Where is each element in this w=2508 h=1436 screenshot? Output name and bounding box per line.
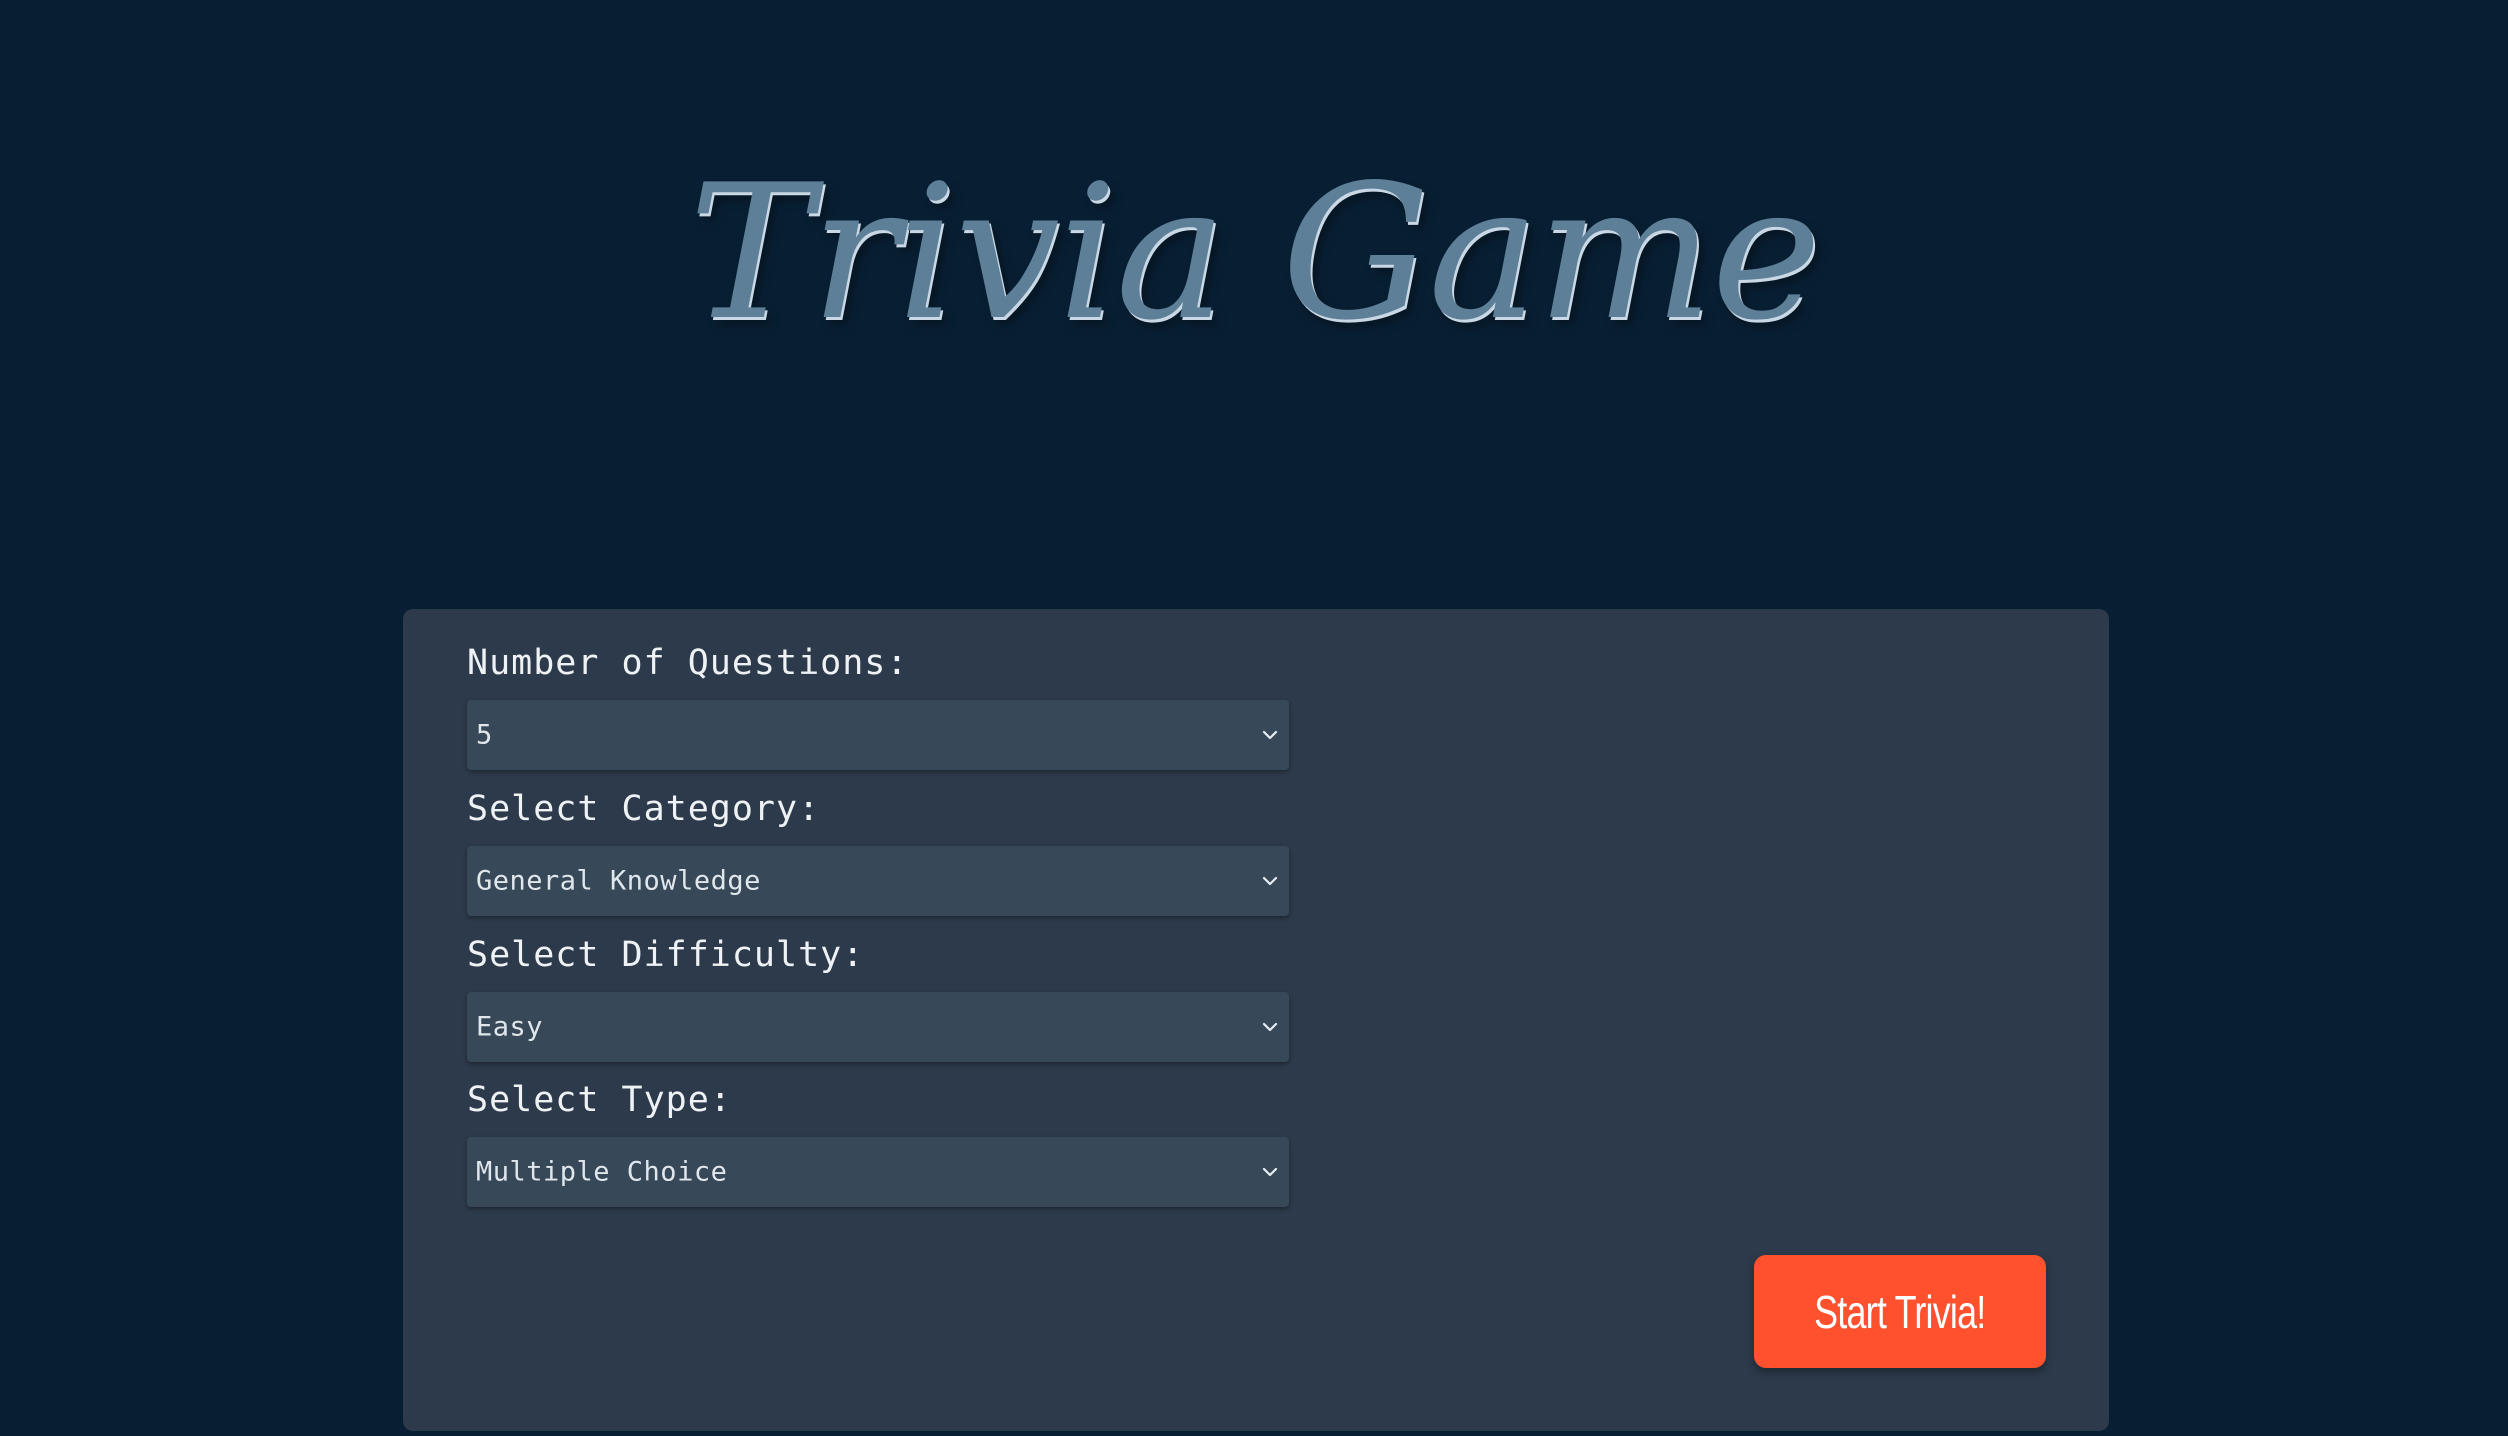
start-trivia-label: Start Trivia! xyxy=(1814,1285,1986,1338)
type-label: Select Type: xyxy=(467,1080,732,1120)
questions-count-label: Number of Questions: xyxy=(467,643,909,683)
type-value: Multiple Choice xyxy=(476,1156,728,1188)
type-select[interactable]: Multiple Choice xyxy=(467,1137,1289,1207)
category-value: General Knowledge xyxy=(476,865,761,897)
category-label: Select Category: xyxy=(467,789,821,829)
settings-panel: Number of Questions: 5 Select Category: … xyxy=(403,609,2109,1431)
start-trivia-button[interactable]: Start Trivia! xyxy=(1754,1255,2046,1368)
difficulty-label: Select Difficulty: xyxy=(467,935,865,975)
questions-count-value: 5 xyxy=(476,719,493,751)
page-title: Trivia Game xyxy=(688,144,1822,361)
chevron-down-icon xyxy=(1261,872,1279,890)
difficulty-select[interactable]: Easy xyxy=(467,992,1289,1062)
chevron-down-icon xyxy=(1261,1163,1279,1181)
difficulty-value: Easy xyxy=(476,1011,544,1043)
category-select[interactable]: General Knowledge xyxy=(467,846,1289,916)
chevron-down-icon xyxy=(1261,1018,1279,1036)
questions-count-select[interactable]: 5 xyxy=(467,700,1289,770)
chevron-down-icon xyxy=(1261,726,1279,744)
